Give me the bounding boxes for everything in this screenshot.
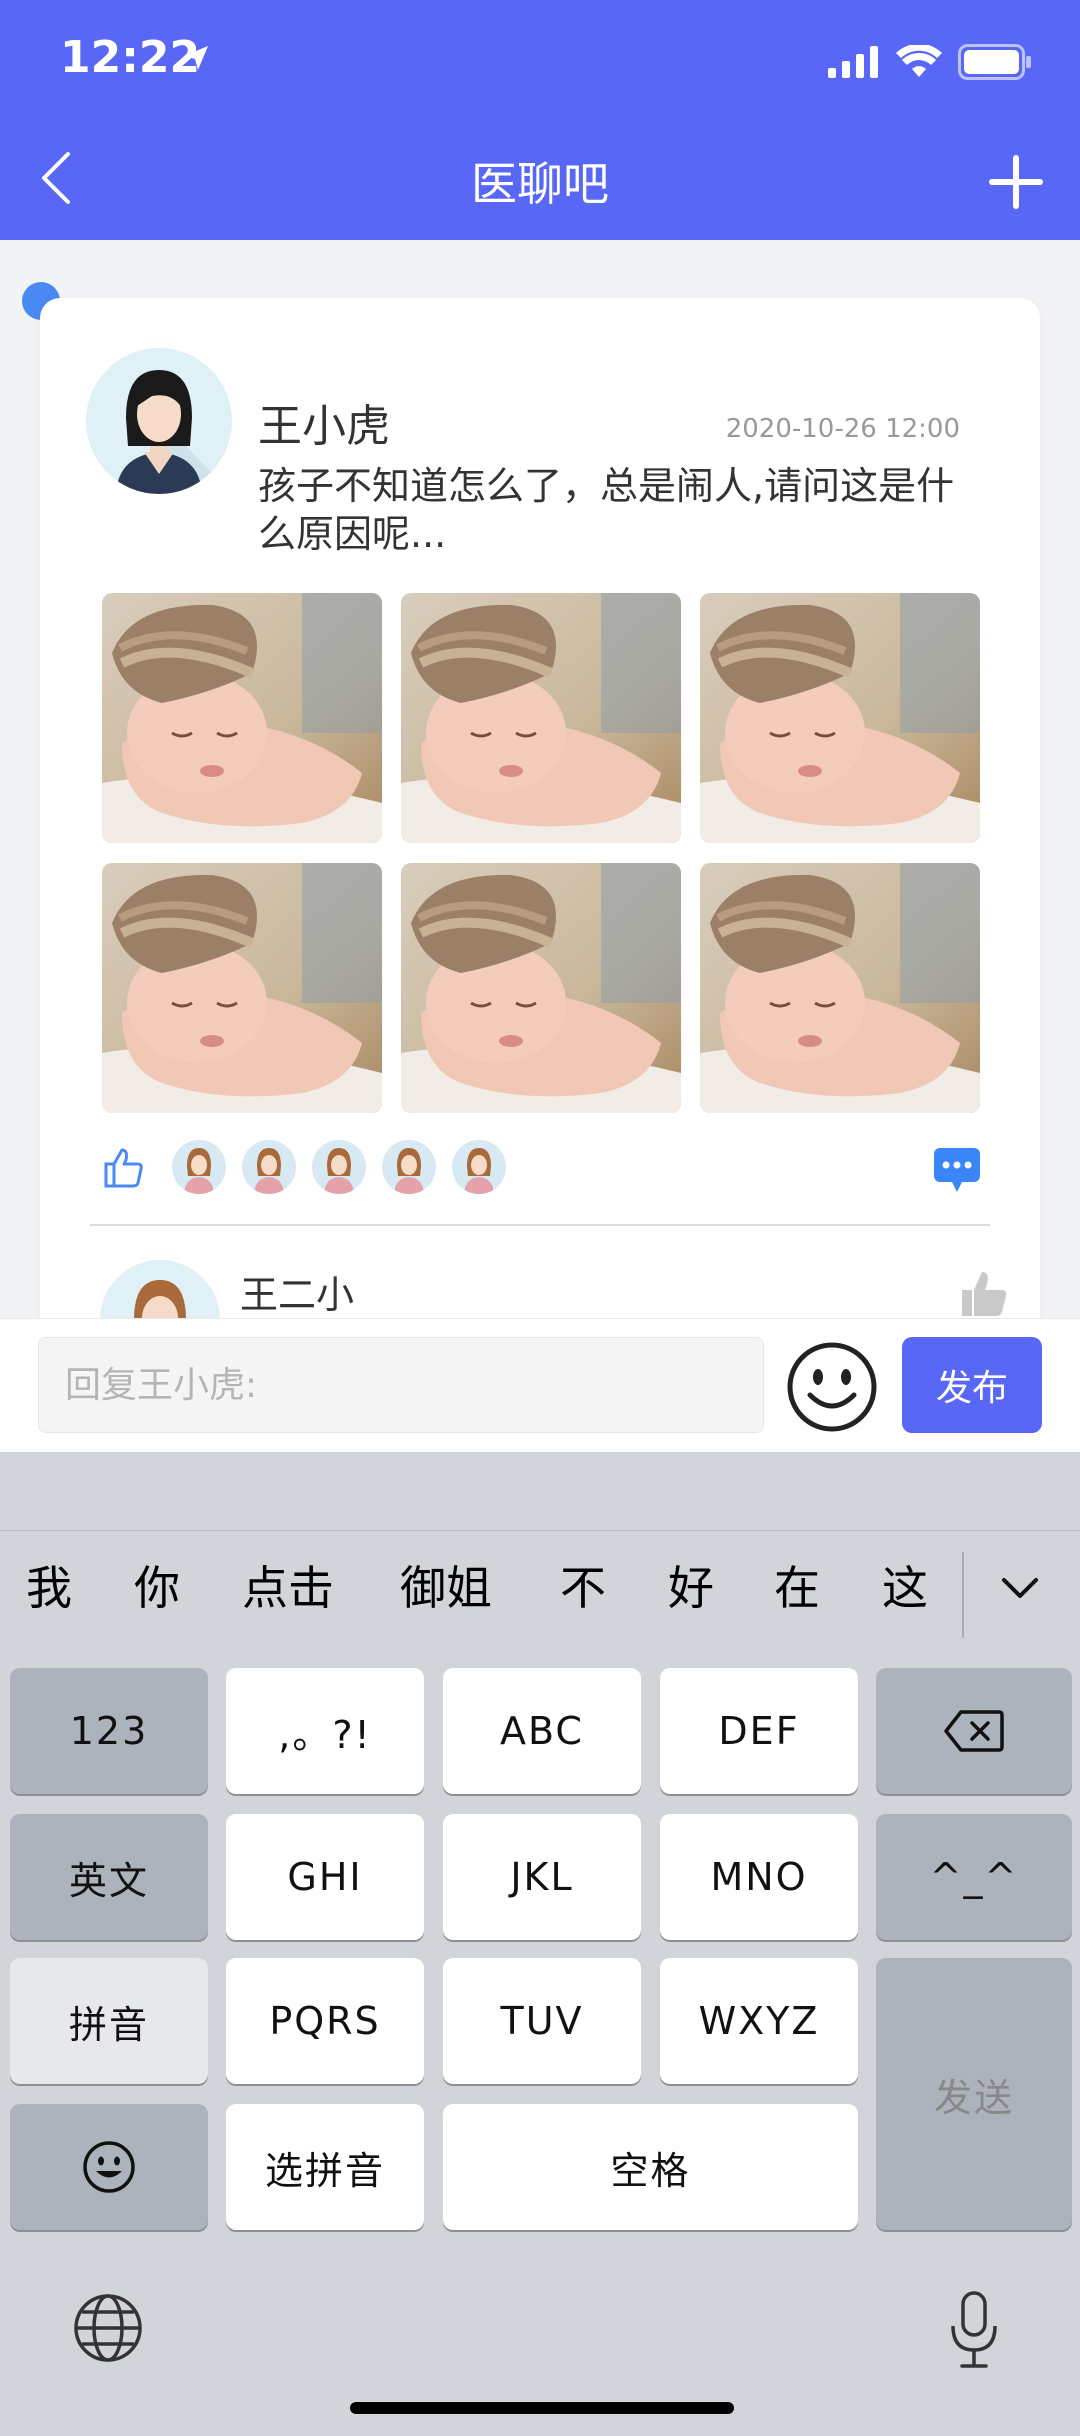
key-english[interactable]: 英文: [10, 1814, 208, 1940]
key-punctuation[interactable]: ,。?!: [226, 1668, 424, 1794]
home-indicator: [350, 2402, 734, 2414]
publish-button[interactable]: 发布: [902, 1337, 1042, 1433]
chevron-down-icon[interactable]: [1000, 1574, 1040, 1604]
key-ghi[interactable]: GHI: [226, 1814, 424, 1940]
smiley-icon[interactable]: [786, 1341, 878, 1433]
candidate-word[interactable]: 不: [560, 1552, 606, 1618]
globe-icon[interactable]: [72, 2292, 144, 2364]
candidate-word[interactable]: 御姐: [400, 1552, 492, 1618]
key-def[interactable]: DEF: [660, 1668, 858, 1794]
candidate-word[interactable]: 点击: [242, 1552, 334, 1618]
plus-icon[interactable]: [986, 152, 1046, 212]
page-title: 医聊吧: [471, 157, 609, 211]
key-emoticon[interactable]: ^_^: [876, 1814, 1072, 1940]
key-pqrs[interactable]: PQRS: [226, 1958, 424, 2084]
backspace-icon: [944, 1710, 1004, 1752]
battery-icon: [958, 44, 1031, 80]
key-mno[interactable]: MNO: [660, 1814, 858, 1940]
key-abc[interactable]: ABC: [443, 1668, 641, 1794]
reply-bar: 发布: [0, 1318, 1080, 1453]
post-photo[interactable]: [700, 863, 980, 1113]
signal-icon: [828, 46, 878, 78]
candidate-word[interactable]: 这: [882, 1552, 928, 1618]
post-photo[interactable]: [102, 863, 382, 1113]
liker-avatar[interactable]: [452, 1140, 506, 1194]
status-time: 12:22: [60, 32, 201, 83]
candidate-separator: [962, 1552, 964, 1638]
backspace-key[interactable]: [876, 1668, 1072, 1794]
microphone-icon[interactable]: [948, 2290, 1000, 2370]
wifi-icon: [896, 45, 942, 77]
thumbs-up-icon[interactable]: [102, 1146, 146, 1190]
liker-avatar[interactable]: [312, 1140, 366, 1194]
post-photo[interactable]: [102, 593, 382, 843]
post-card: 王小虎 2020-10-26 12:00 孩子不知道怎么了，总是闹人,请问这是什…: [40, 298, 1040, 1380]
space-key[interactable]: 空格: [443, 2104, 858, 2230]
candidate-word[interactable]: 在: [774, 1552, 820, 1618]
smiley-icon: [83, 2141, 135, 2193]
send-key[interactable]: 发送: [876, 1958, 1072, 2230]
author-avatar[interactable]: [86, 348, 232, 494]
post-timestamp: 2020-10-26 12:00: [725, 414, 960, 444]
keyboard-toolbar: [0, 1452, 1080, 1531]
comment-bubble-icon[interactable]: [932, 1146, 982, 1194]
thumbs-up-icon[interactable]: [958, 1268, 1010, 1320]
liker-avatars: [172, 1140, 506, 1194]
status-indicators: [828, 44, 1032, 80]
reply-input[interactable]: [38, 1337, 764, 1433]
post-photo[interactable]: [401, 863, 681, 1113]
candidate-word[interactable]: 好: [668, 1552, 714, 1618]
candidate-word[interactable]: 你: [134, 1552, 180, 1618]
post-author-name: 王小虎: [258, 401, 390, 452]
app-header: 12:22 医聊吧: [0, 0, 1080, 240]
candidate-word[interactable]: 我: [26, 1552, 72, 1618]
key-123[interactable]: 123: [10, 1668, 208, 1794]
key-jkl[interactable]: JKL: [443, 1814, 641, 1940]
liker-avatar[interactable]: [242, 1140, 296, 1194]
candidate-bar: 我 你 点击 御姐 不 好 在 这: [0, 1552, 1080, 1652]
emoji-key[interactable]: [10, 2104, 208, 2230]
post-photo[interactable]: [700, 593, 980, 843]
post-content: 孩子不知道怎么了，总是闹人,请问这是什么原因呢...: [258, 464, 955, 556]
key-pinyin[interactable]: 拼音: [10, 1958, 208, 2084]
liker-avatar[interactable]: [172, 1140, 226, 1194]
commenter-name: 王二小: [240, 1273, 355, 1317]
key-tuv[interactable]: TUV: [443, 1958, 641, 2084]
key-select-pinyin[interactable]: 选拼音: [226, 2104, 424, 2230]
divider: [90, 1224, 990, 1226]
location-arrow-icon: [184, 46, 208, 70]
key-wxyz[interactable]: WXYZ: [660, 1958, 858, 2084]
post-photo[interactable]: [401, 593, 681, 843]
keyboard: 我 你 点击 御姐 不 好 在 这: [0, 1452, 1080, 2436]
liker-avatar[interactable]: [382, 1140, 436, 1194]
like-row: [102, 1140, 982, 1200]
photo-grid: [102, 593, 980, 1113]
